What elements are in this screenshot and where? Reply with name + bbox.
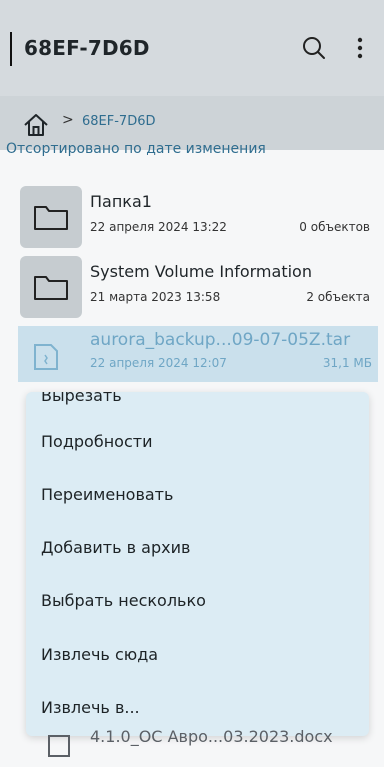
page-title: 68EF-7D6D [24,36,150,60]
item-name: Папка1 [90,192,152,211]
breadcrumb-current[interactable]: 68EF-7D6D [82,114,156,129]
list-item[interactable]: System Volume Information 21 марта 2023 … [20,256,370,322]
item-count: 2 объекта [306,290,370,304]
top-app-bar: 68EF-7D6D [0,0,384,96]
list-item-selected[interactable]: aurora_backup...09-07-05Z.tar 22 апреля … [18,326,378,382]
item-name: System Volume Information [90,262,312,281]
item-size: 31,1 МБ [322,356,372,370]
context-menu: Вырезать Подробности Переименовать Добав… [26,392,369,736]
menu-item-details[interactable]: Подробности [41,432,152,451]
search-button[interactable] [296,30,332,66]
item-date: 22 апреля 2024 12:07 [90,356,227,370]
item-thumbnail [18,326,74,388]
home-button[interactable] [22,112,50,142]
menu-item-extract-to[interactable]: Извлечь в... [41,698,140,717]
item-thumbnail [20,186,82,248]
item-date: 22 апреля 2024 13:22 [90,220,227,234]
header-divider [10,32,12,66]
more-options-button[interactable] [342,30,378,66]
item-thumbnail [20,256,82,318]
breadcrumb-separator: > [62,112,74,128]
home-icon [24,114,48,136]
list-item[interactable]: Папка1 22 апреля 2024 13:22 0 объектов [20,186,370,252]
list-item[interactable]: 4.1.0_ОС Авро...03.2023.docx [30,727,370,767]
archive-file-icon [34,344,58,370]
menu-item-add-to-archive[interactable]: Добавить в архив [41,538,190,557]
menu-item-extract-here[interactable]: Извлечь сюда [41,645,158,664]
menu-item-rename[interactable]: Переименовать [41,485,173,504]
folder-icon [34,276,68,300]
document-icon [48,735,70,757]
sort-label[interactable]: Отсортировано по дате изменения [6,141,266,157]
folder-icon [34,206,68,230]
item-date: 21 марта 2023 13:58 [90,290,221,304]
more-vert-icon [357,37,363,59]
item-count: 0 объектов [299,220,370,234]
item-name: 4.1.0_ОС Авро...03.2023.docx [90,727,333,746]
search-icon [303,37,325,59]
menu-item-select-multiple[interactable]: Выбрать несколько [41,591,206,610]
item-name: aurora_backup...09-07-05Z.tar [90,330,351,350]
